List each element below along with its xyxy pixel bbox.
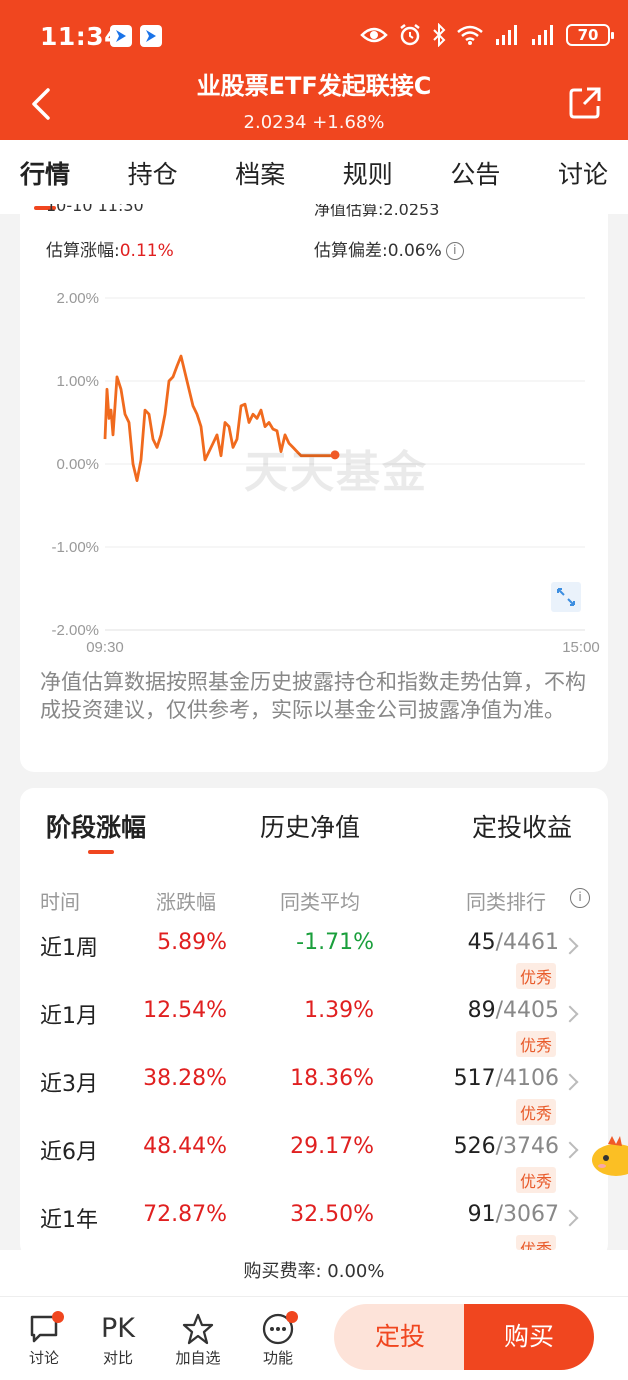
estimate-disclaimer: 净值估算数据按照基金历史披露持仓和指数走势估算，不构成投资建议，仅供参考，实际以… (40, 670, 586, 722)
y-tick-label: 2.00% (56, 290, 99, 307)
row-category-avg: 18.36% (290, 1066, 374, 1091)
row-rank[interactable]: 45/4461 (468, 930, 559, 955)
row-change: 38.28% (143, 1066, 227, 1091)
active-tab-indicator (88, 850, 114, 854)
y-tick-label: 0.00% (56, 456, 99, 473)
purchase-fee: 购买费率: 0.00% (0, 1250, 628, 1296)
nav-add-watchlist-label: 加自选 (175, 1349, 221, 1367)
nav-add-watchlist[interactable]: 加自选 (168, 1307, 228, 1368)
row-change: 48.44% (143, 1134, 227, 1159)
rank-value: 45 (467, 930, 496, 955)
row-rank[interactable]: 91/3067 (468, 1202, 559, 1227)
y-tick-label: 1.00% (56, 373, 99, 390)
rating-badge: 优秀 (516, 963, 557, 989)
rating-badge: 优秀 (516, 1099, 557, 1125)
expand-icon[interactable] (551, 582, 581, 612)
rating-badge: 优秀 (516, 1235, 557, 1250)
y-tick-label: -2.00% (51, 622, 99, 639)
header-change: 涨跌幅 (156, 890, 216, 914)
row-rank[interactable]: 89/4405 (468, 998, 559, 1023)
row-change: 12.54% (143, 998, 227, 1023)
rank-total: /4106 (495, 1066, 559, 1091)
header-category-avg: 同类平均 (280, 890, 360, 914)
badge-dot (52, 1311, 64, 1323)
rank-total: /4461 (495, 930, 559, 955)
row-change: 5.89% (157, 930, 227, 955)
nav-functions-label: 功能 (262, 1349, 293, 1367)
header-period: 时间 (40, 890, 80, 914)
rank-value: 526 (453, 1134, 496, 1159)
badge-dot (286, 1311, 298, 1323)
row-period: 近1周 (40, 936, 98, 961)
row-category-avg: 29.17% (290, 1134, 374, 1159)
tab-history-nav[interactable]: 历史净值 (260, 808, 360, 844)
row-category-avg: 1.39% (304, 998, 374, 1023)
nav-functions[interactable]: 功能 (248, 1307, 308, 1368)
rank-total: /3067 (495, 1202, 559, 1227)
nav-discussion[interactable]: 讨论 (14, 1307, 74, 1368)
rank-total: /3746 (495, 1134, 559, 1159)
header-category-rank: 同类排行 (466, 890, 546, 914)
rank-total: /4405 (495, 998, 559, 1023)
info-icon[interactable]: i (570, 888, 590, 908)
rank-value: 89 (467, 998, 496, 1023)
x-tick-label: 15:00 (562, 639, 600, 656)
row-period: 近1年 (40, 1208, 98, 1233)
auto-invest-button[interactable]: 定投 (334, 1304, 466, 1370)
row-category-avg: -1.71% (296, 930, 374, 955)
tab-stage-returns[interactable]: 阶段涨幅 (46, 808, 146, 844)
mascot-icon[interactable] (590, 1128, 628, 1178)
nav-compare-label: 对比 (102, 1349, 133, 1367)
tab-auto-invest-returns[interactable]: 定投收益 (472, 808, 572, 844)
row-period: 近6月 (40, 1140, 98, 1165)
row-period: 近3月 (40, 1072, 98, 1097)
buy-button[interactable]: 购买 (464, 1304, 594, 1370)
x-tick-label: 09:30 (86, 639, 124, 656)
row-period: 近1月 (40, 1004, 98, 1029)
pk-icon: PK (101, 1313, 135, 1344)
rank-value: 517 (453, 1066, 496, 1091)
nav-discussion-label: 讨论 (28, 1349, 59, 1367)
watermark: 天天基金 (244, 447, 428, 498)
rank-value: 91 (467, 1202, 496, 1227)
intraday-chart: 2.00% 1.00% 0.00% -1.00% -2.00%09:30 15:00 (51, 290, 600, 656)
row-rank[interactable]: 517/4106 (454, 1066, 559, 1091)
y-tick-label: -1.00% (51, 539, 99, 556)
rating-badge: 优秀 (516, 1031, 557, 1057)
star-icon (182, 1313, 214, 1345)
row-category-avg: 32.50% (290, 1202, 374, 1227)
nav-compare[interactable]: PK 对比 (88, 1307, 148, 1368)
row-change: 72.87% (143, 1202, 227, 1227)
row-rank[interactable]: 526/3746 (454, 1134, 559, 1159)
rating-badge: 优秀 (516, 1167, 557, 1193)
